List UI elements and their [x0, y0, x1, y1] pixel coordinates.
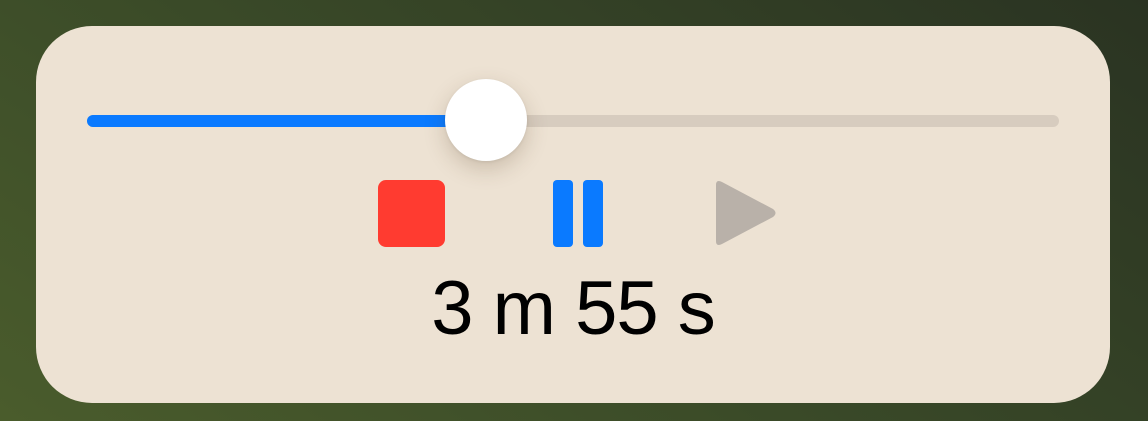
player-panel: 3 m 55 s — [36, 26, 1110, 403]
pause-icon — [553, 179, 603, 247]
play-icon — [716, 181, 776, 245]
stop-button[interactable] — [377, 179, 445, 247]
slider-thumb[interactable] — [444, 79, 527, 161]
elapsed-time: 3 m 55 s — [431, 266, 715, 351]
slider-fill — [87, 115, 486, 127]
progress-slider[interactable] — [87, 79, 1059, 161]
playback-controls — [36, 179, 1110, 247]
play-button[interactable] — [713, 179, 779, 247]
stop-icon — [377, 179, 445, 247]
pause-button[interactable] — [551, 179, 605, 247]
